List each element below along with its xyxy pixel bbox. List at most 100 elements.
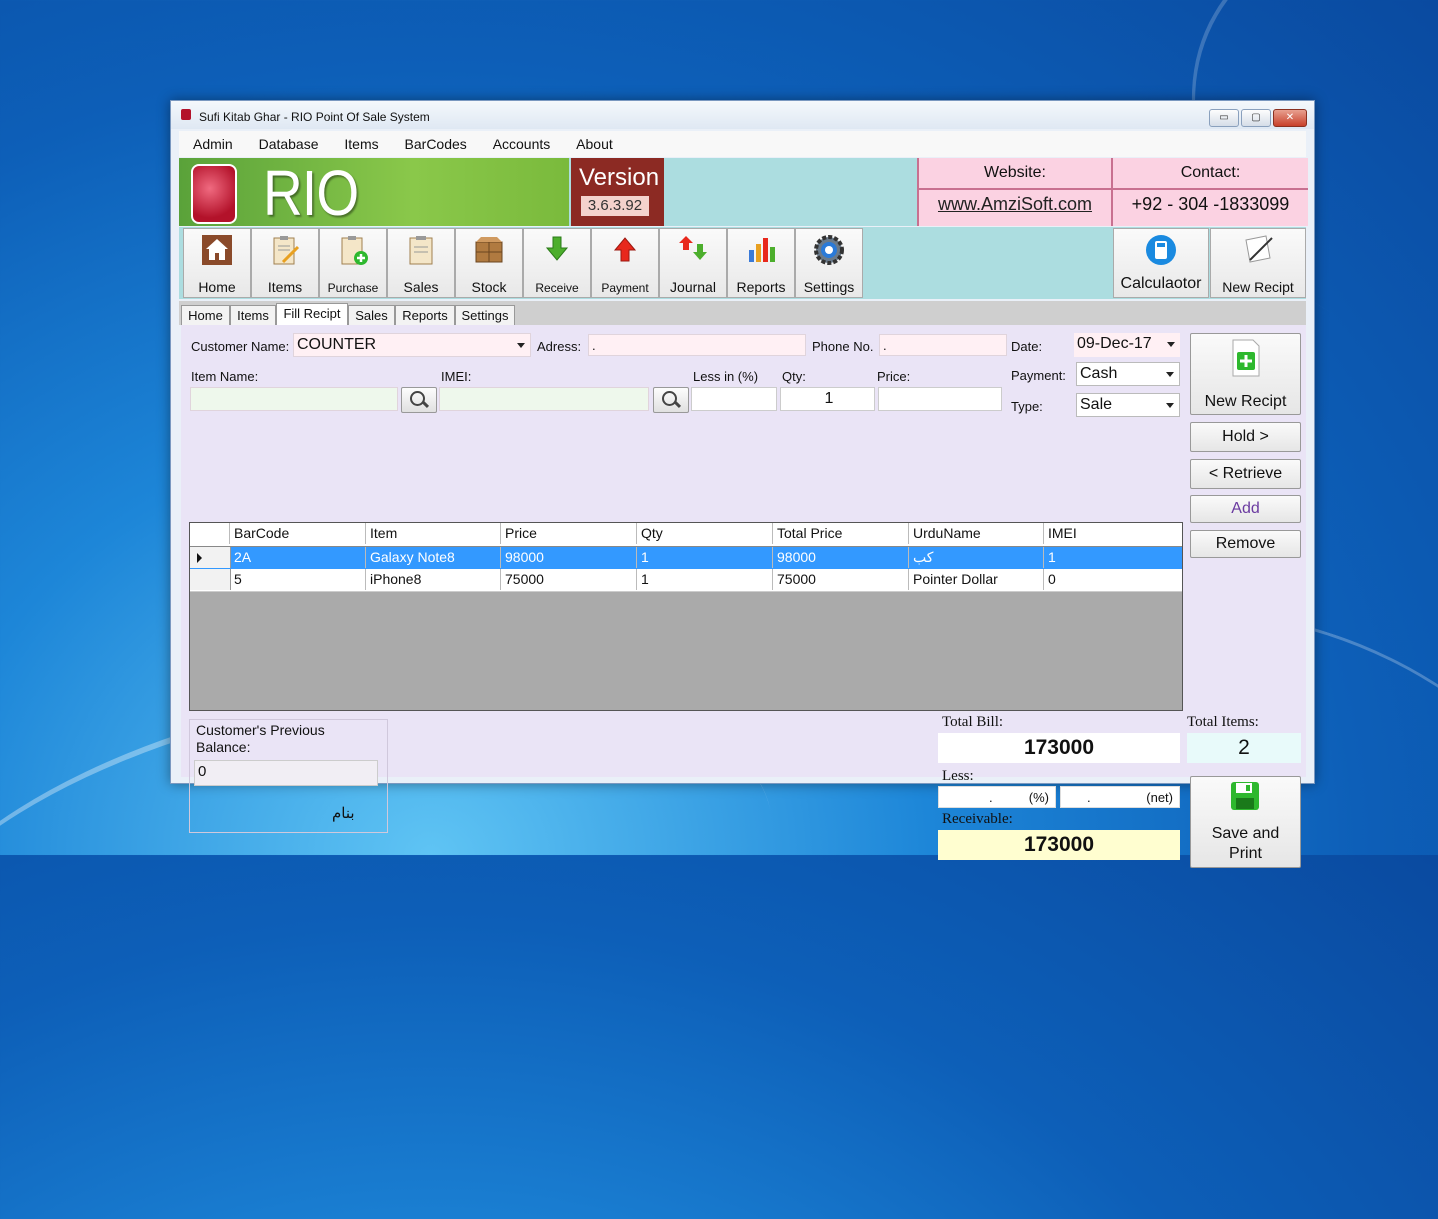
remove-button[interactable]: Remove — [1190, 530, 1301, 558]
type-select[interactable]: Sale — [1076, 393, 1180, 417]
tab-fill-recipt[interactable]: Fill Recipt — [276, 303, 348, 326]
toolbar-payment-button[interactable]: Payment — [591, 228, 659, 298]
toolbar-reports-button[interactable]: Reports — [727, 228, 795, 298]
imei-search-button[interactable] — [653, 387, 689, 413]
less-net-total-input[interactable]: . (net) — [1060, 786, 1180, 808]
table-cell[interactable]: 1 — [1044, 547, 1180, 568]
imei-input[interactable] — [439, 387, 649, 411]
menu-admin[interactable]: Admin — [193, 131, 233, 157]
minimize-button[interactable]: ▭ — [1209, 109, 1239, 127]
receivable-value: 173000 — [938, 830, 1180, 860]
tab-home[interactable]: Home — [181, 305, 230, 326]
toolbar-purchase-button[interactable]: Purchase — [319, 228, 387, 298]
qty-input[interactable]: 1 — [780, 387, 875, 411]
version-number: 3.6.3.92 — [581, 196, 649, 216]
save-print-label: Save and — [1211, 825, 1280, 842]
column-header[interactable]: Total Price — [773, 523, 909, 544]
table-cell[interactable]: کب — [909, 547, 1044, 568]
menu-barcodes[interactable]: BarCodes — [405, 131, 467, 157]
table-row[interactable]: 5 iPhone8 75000 1 75000 Pointer Dollar 0 — [190, 569, 1182, 592]
header-banner: RIO MOBIZ Version 3.6.3.92 Website: www.… — [179, 157, 1308, 303]
column-header[interactable]: UrduName — [909, 523, 1044, 544]
items-grid[interactable]: BarCode Item Price Qty Total Price UrduN… — [189, 522, 1183, 711]
fill-recipt-panel: Customer Name: COUNTER Adress: . Phone N… — [181, 325, 1306, 868]
chevron-down-icon — [1166, 403, 1174, 408]
toolbar-receive-button[interactable]: Receive — [523, 228, 591, 298]
phone-input[interactable]: . — [879, 334, 1007, 356]
toolbar-home-button[interactable]: Home — [183, 228, 251, 298]
row-pointer-icon — [197, 553, 202, 563]
add-button[interactable]: Add — [1190, 495, 1301, 523]
toolbar-journal-button[interactable]: Journal — [659, 228, 727, 298]
toolbar-label: Calculaotor — [1120, 275, 1202, 292]
toolbar-label: Sales — [403, 279, 439, 295]
table-row[interactable]: 2A Galaxy Note8 98000 1 98000 کب 1 — [190, 547, 1182, 570]
customer-name-combo[interactable]: COUNTER — [293, 333, 531, 357]
table-cell[interactable]: 75000 — [501, 569, 637, 590]
menu-items[interactable]: Items — [344, 131, 378, 157]
column-header[interactable]: Item — [366, 523, 501, 544]
item-name-label: Item Name: — [191, 369, 259, 384]
toolbar-label: Items — [267, 279, 303, 295]
column-header[interactable]: BarCode — [230, 523, 366, 544]
new-recipt-toolbar-button[interactable]: New Recipt — [1210, 228, 1306, 298]
payment-select[interactable]: Cash — [1076, 362, 1180, 386]
website-link[interactable]: www.AmziSoft.com — [919, 194, 1111, 215]
table-cell[interactable]: 2A — [230, 547, 366, 568]
column-header[interactable]: Price — [501, 523, 637, 544]
table-cell[interactable]: Pointer Dollar — [909, 569, 1044, 590]
menu-about[interactable]: About — [576, 131, 613, 157]
calculator-button[interactable]: Calculaotor — [1113, 228, 1209, 298]
menu-database[interactable]: Database — [259, 131, 319, 157]
table-cell[interactable]: Galaxy Note8 — [366, 547, 501, 568]
table-cell[interactable]: 98000 — [501, 547, 637, 568]
new-document-icon — [1232, 339, 1260, 377]
item-search-button[interactable] — [401, 387, 437, 413]
phone-label: Phone No. — [812, 339, 874, 354]
toolbar-label: Purchase — [327, 281, 379, 295]
menu-accounts[interactable]: Accounts — [493, 131, 551, 157]
tab-items[interactable]: Items — [230, 305, 276, 326]
tab-settings[interactable]: Settings — [455, 305, 515, 326]
toolbar-sales-button[interactable]: Sales — [387, 228, 455, 298]
table-cell[interactable]: 75000 — [773, 569, 909, 590]
item-name-input[interactable] — [190, 387, 398, 411]
price-input[interactable] — [878, 387, 1002, 411]
table-cell[interactable]: 1 — [637, 569, 773, 590]
previous-balance-group: Customer's Previous Balance: 0 بنام — [189, 719, 388, 833]
table-cell[interactable]: 98000 — [773, 547, 909, 568]
toolbar-items-button[interactable]: Items — [251, 228, 319, 298]
less-percent-label: Less in (%) — [693, 369, 759, 384]
save-print-button[interactable]: Save and Print — [1190, 776, 1301, 868]
tab-reports[interactable]: Reports — [395, 305, 455, 326]
table-cell[interactable]: 5 — [230, 569, 366, 590]
qty-label: Qty: — [782, 369, 806, 384]
column-header[interactable]: Qty — [637, 523, 773, 544]
less-percent-total-input[interactable]: . (%) — [938, 786, 1056, 808]
clipboard-pencil-icon — [273, 236, 300, 265]
maximize-button[interactable]: ▢ — [1241, 109, 1271, 127]
toolbar-stock-button[interactable]: Stock — [455, 228, 523, 298]
arrow-up-icon — [613, 237, 637, 262]
table-cell[interactable]: iPhone8 — [366, 569, 501, 590]
column-header[interactable]: IMEI — [1044, 523, 1180, 544]
address-input[interactable]: . — [588, 334, 806, 356]
title-bar[interactable]: Sufi Kitab Ghar - RIO Point Of Sale Syst… — [171, 101, 1314, 129]
toolbar-settings-button[interactable]: Settings — [795, 228, 863, 298]
table-cell[interactable]: 1 — [637, 547, 773, 568]
less-percent-input[interactable] — [691, 387, 777, 411]
close-button[interactable]: ✕ — [1273, 109, 1307, 127]
new-recipt-button[interactable]: New Recipt — [1190, 333, 1301, 415]
total-items-label: Total Items: — [1187, 714, 1259, 730]
address-label: Adress: — [537, 339, 582, 354]
floppy-disk-icon — [1231, 782, 1259, 810]
new-recipt-label: New Recipt — [1204, 393, 1287, 410]
tab-sales[interactable]: Sales — [348, 305, 395, 326]
boxes-icon — [475, 237, 503, 263]
calculator-icon — [1146, 235, 1176, 265]
date-picker[interactable]: 09-Dec-17 — [1074, 333, 1180, 357]
hold-button[interactable]: Hold > — [1190, 422, 1301, 452]
table-cell[interactable]: 0 — [1044, 569, 1180, 590]
retrieve-button[interactable]: < Retrieve — [1190, 459, 1301, 489]
grid-header: BarCode Item Price Qty Total Price UrduN… — [190, 523, 1182, 547]
